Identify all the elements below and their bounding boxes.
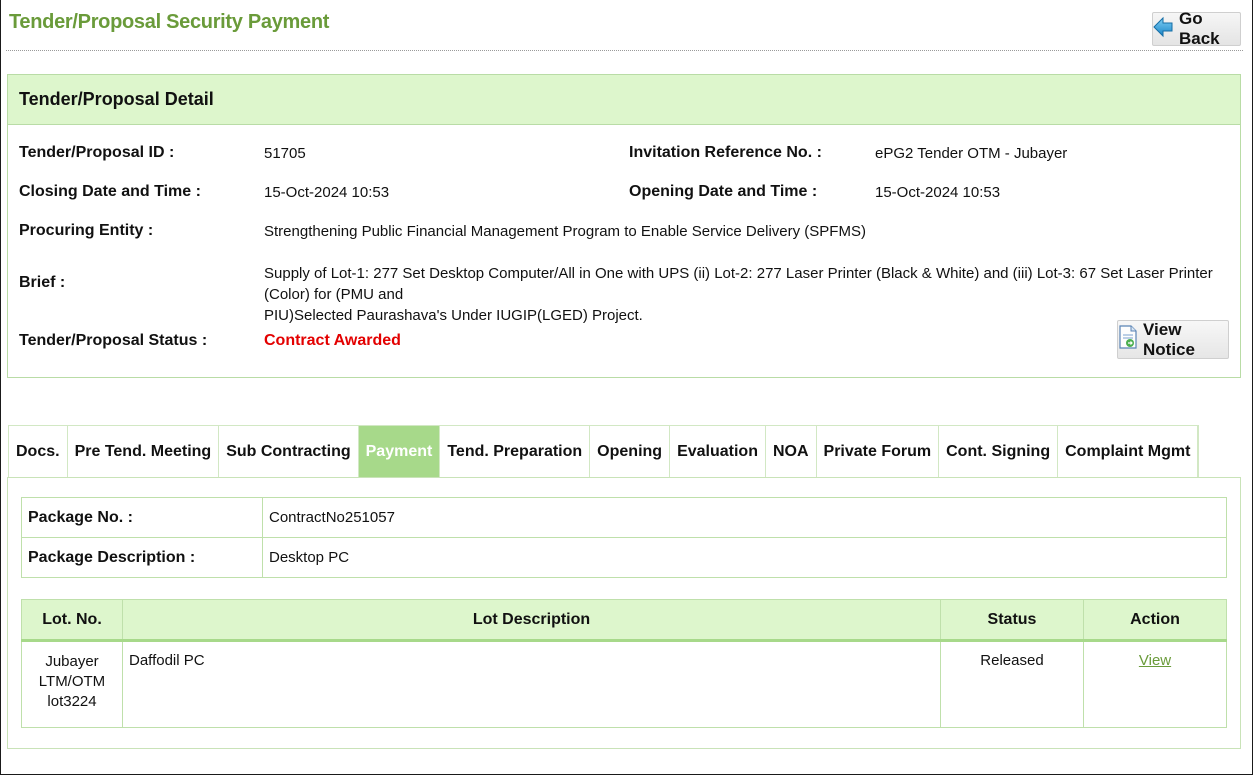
tender-id-label: Tender/Proposal ID : xyxy=(19,144,175,161)
tender-detail-heading: Tender/Proposal Detail xyxy=(8,75,1240,125)
tender-status-label: Tender/Proposal Status : xyxy=(19,332,208,349)
package-desc-label: Package Description : xyxy=(21,537,263,578)
go-back-button[interactable]: Go Back xyxy=(1152,9,1241,48)
closing-date-value: 15-Oct-2024 10:53 xyxy=(264,184,390,201)
lot-no-line: lot3224 xyxy=(47,693,97,710)
lot-description-cell: Daffodil PC xyxy=(122,640,941,728)
lot-status-cell: Released xyxy=(940,640,1084,728)
tab-complaint-mgmt[interactable]: Complaint Mgmt xyxy=(1058,426,1199,478)
view-lot-link[interactable]: View xyxy=(1139,652,1171,669)
brief-label: Brief : xyxy=(19,274,66,291)
title-divider xyxy=(6,50,1243,51)
package-no-label: Package No. : xyxy=(21,497,263,538)
col-header-lot-description: Lot Description xyxy=(122,599,941,642)
brief-line: Supply of Lot-1: 277 Set Desktop Compute… xyxy=(264,265,1213,303)
tab-pre-tend-meeting[interactable]: Pre Tend. Meeting xyxy=(68,426,220,478)
back-arrow-icon xyxy=(1153,16,1173,43)
document-icon xyxy=(1118,325,1138,354)
tab-noa[interactable]: NOA xyxy=(766,426,817,478)
payment-content-panel: Package No. : ContractNo251057 Package D… xyxy=(7,477,1241,749)
table-row: Package Description : Desktop PC xyxy=(21,537,1227,578)
lot-no-line: Jubayer xyxy=(45,653,99,670)
tender-id-value: 51705 xyxy=(264,145,306,162)
tab-payment[interactable]: Payment xyxy=(358,426,441,478)
col-header-status: Status xyxy=(940,599,1084,642)
go-back-label: Go Back xyxy=(1179,9,1220,48)
col-header-lot-no: Lot. No. xyxy=(21,599,123,642)
lot-table-header: Lot. No. Lot Description Status Action xyxy=(21,599,1227,642)
tab-private-forum[interactable]: Private Forum xyxy=(817,426,940,478)
lot-action-cell: View xyxy=(1083,640,1227,728)
package-no-value: ContractNo251057 xyxy=(262,497,1227,538)
tab-docs[interactable]: Docs. xyxy=(9,426,68,478)
invitation-ref-value: ePG2 Tender OTM - Jubayer xyxy=(875,145,1068,162)
procuring-entity-value: Strengthening Public Financial Managemen… xyxy=(264,223,866,240)
tab-bar: Docs. Pre Tend. Meeting Sub Contracting … xyxy=(8,425,1200,478)
tab-cont-signing[interactable]: Cont. Signing xyxy=(939,426,1059,478)
closing-date-label: Closing Date and Time : xyxy=(19,183,201,200)
table-row: Package No. : ContractNo251057 xyxy=(21,497,1227,538)
package-desc-value: Desktop PC xyxy=(262,537,1227,578)
page-title: Tender/Proposal Security Payment xyxy=(9,11,330,33)
col-header-action: Action xyxy=(1083,599,1227,642)
tab-opening[interactable]: Opening xyxy=(590,426,671,478)
lot-no-cell: Jubayer LTM/OTM lot3224 xyxy=(21,640,123,728)
view-notice-button[interactable]: View Notice xyxy=(1117,320,1229,359)
brief-line: PIU)Selected Paurashava's Under IUGIP(LG… xyxy=(264,307,643,324)
tab-evaluation[interactable]: Evaluation xyxy=(670,426,766,478)
view-notice-label: View Notice xyxy=(1143,319,1195,359)
table-row: Jubayer LTM/OTM lot3224 Daffodil PC Rele… xyxy=(21,640,1227,728)
brief-value: Supply of Lot-1: 277 Set Desktop Compute… xyxy=(264,263,1240,326)
lot-no-line: LTM/OTM xyxy=(38,673,106,690)
lot-table: Lot. No. Lot Description Status Action J… xyxy=(21,599,1227,728)
tab-sub-contracting[interactable]: Sub Contracting xyxy=(219,426,359,478)
invitation-ref-label: Invitation Reference No. : xyxy=(629,144,822,161)
package-info-table: Package No. : ContractNo251057 Package D… xyxy=(21,497,1227,578)
procuring-entity-label: Procuring Entity : xyxy=(19,222,154,239)
tab-tend-preparation[interactable]: Tend. Preparation xyxy=(440,426,591,478)
tender-status-value: Contract Awarded xyxy=(264,332,401,349)
opening-date-value: 15-Oct-2024 10:53 xyxy=(875,184,1001,201)
opening-date-label: Opening Date and Time : xyxy=(629,183,818,200)
tender-detail-panel: Tender/Proposal Detail Tender/Proposal I… xyxy=(7,74,1241,378)
